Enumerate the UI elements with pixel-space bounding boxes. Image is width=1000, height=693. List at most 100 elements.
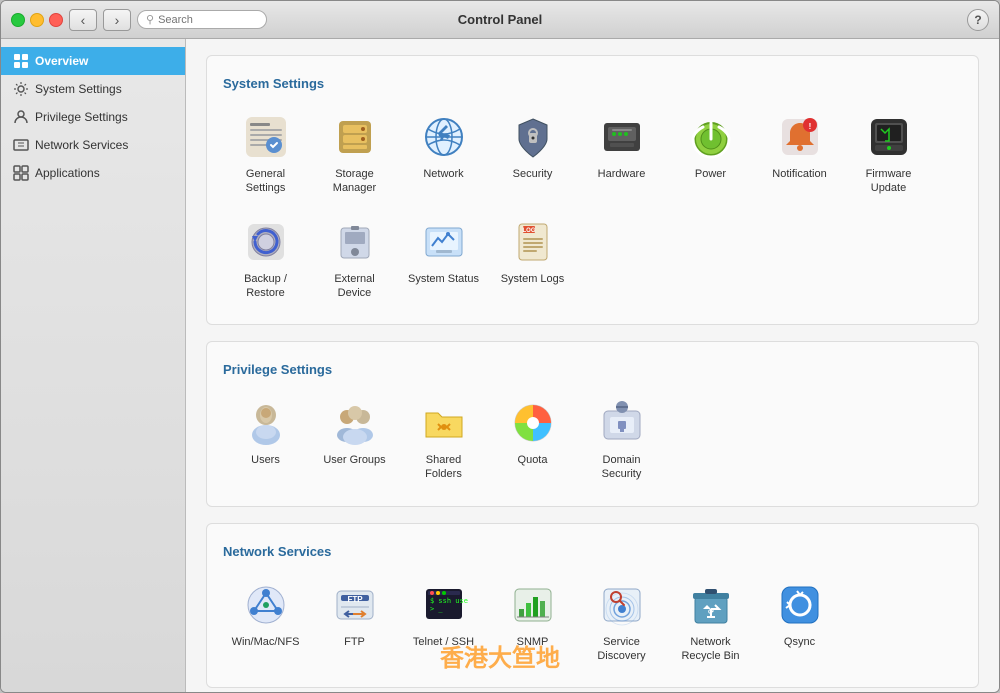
content-inner: System Settings: [186, 39, 999, 692]
quota-label: Quota: [518, 453, 548, 467]
sidebar-label-overview: Overview: [35, 54, 88, 68]
win-mac-nfs-item[interactable]: Win/Mac/NFS: [223, 571, 308, 672]
network-label: Network: [423, 167, 463, 181]
help-button[interactable]: ?: [967, 9, 989, 31]
sidebar-label-network-services: Network Services: [35, 138, 128, 152]
control-panel-window: ‹ › ⚲ Control Panel ?: [0, 0, 1000, 693]
privilege-settings-section: Privilege Settings: [206, 341, 979, 507]
security-label: Security: [513, 167, 553, 181]
network-services-header: Network Services: [223, 544, 962, 559]
applications-icon: [13, 165, 29, 181]
hardware-item[interactable]: Hardware: [579, 103, 664, 204]
shared-folders-label: SharedFolders: [425, 453, 462, 482]
svg-text:LOG: LOG: [522, 228, 535, 234]
notification-icon: !: [774, 111, 826, 163]
network-services-grid: Win/Mac/NFS FTP: [223, 571, 962, 672]
maximize-button[interactable]: [11, 13, 25, 27]
general-settings-label: GeneralSettings: [246, 167, 286, 196]
users-item[interactable]: Users: [223, 389, 308, 490]
quota-icon: [507, 397, 559, 449]
system-status-icon: [418, 216, 470, 268]
qsync-item[interactable]: Qsync: [757, 571, 842, 672]
network-recycle-bin-item[interactable]: ⟳ NetworkRecycle Bin: [668, 571, 753, 672]
traffic-lights: [11, 13, 63, 27]
backup-restore-item[interactable]: Backup /Restore: [223, 208, 308, 309]
service-discovery-label: ServiceDiscovery: [597, 635, 645, 664]
general-settings-icon: [240, 111, 292, 163]
privilege-settings-icon: [13, 109, 29, 125]
firmware-update-item[interactable]: FirmwareUpdate: [846, 103, 931, 204]
system-settings-icon: [13, 81, 29, 97]
users-icon: [240, 397, 292, 449]
svg-text:FTP: FTP: [347, 595, 363, 604]
telnet-ssh-item[interactable]: $ ssh user@host > _ Telnet / SSH: [401, 571, 486, 672]
sidebar: Overview System Settings: [1, 39, 186, 692]
network-recycle-bin-icon: ⟳: [685, 579, 737, 631]
ftp-item[interactable]: FTP FTP: [312, 571, 397, 672]
system-settings-section: System Settings: [206, 55, 979, 325]
system-settings-grid: GeneralSettings: [223, 103, 962, 308]
power-icon: [685, 111, 737, 163]
overview-icon: [13, 53, 29, 69]
ftp-icon: FTP: [329, 579, 381, 631]
main-layout: Overview System Settings: [1, 39, 999, 692]
minimize-button[interactable]: [30, 13, 44, 27]
close-button[interactable]: [49, 13, 63, 27]
hardware-label: Hardware: [598, 167, 646, 181]
snmp-icon: [507, 579, 559, 631]
snmp-item[interactable]: SNMP: [490, 571, 575, 672]
sidebar-item-privilege-settings[interactable]: Privilege Settings: [1, 103, 185, 131]
telnet-ssh-label: Telnet / SSH: [413, 635, 474, 649]
svg-text:⟳: ⟳: [708, 609, 714, 616]
sidebar-item-applications[interactable]: Applications: [1, 159, 185, 187]
network-services-section: Network Services: [206, 523, 979, 689]
search-input[interactable]: [158, 14, 258, 26]
notification-label: Notification: [772, 167, 826, 181]
shared-folders-item[interactable]: SharedFolders: [401, 389, 486, 490]
forward-button[interactable]: ›: [103, 9, 131, 31]
sidebar-item-overview[interactable]: Overview: [1, 47, 185, 75]
network-services-icon: [13, 137, 29, 153]
quota-item[interactable]: Quota: [490, 389, 575, 490]
service-discovery-item[interactable]: ServiceDiscovery: [579, 571, 664, 672]
system-logs-item[interactable]: LOG System Logs: [490, 208, 575, 309]
general-settings-item[interactable]: GeneralSettings: [223, 103, 308, 204]
external-device-item[interactable]: ExternalDevice: [312, 208, 397, 309]
sidebar-item-network-services[interactable]: Network Services: [1, 131, 185, 159]
power-item[interactable]: Power: [668, 103, 753, 204]
service-discovery-icon: [596, 579, 648, 631]
storage-manager-item[interactable]: StorageManager: [312, 103, 397, 204]
privilege-settings-grid: Users: [223, 389, 962, 490]
back-button[interactable]: ‹: [69, 9, 97, 31]
firmware-update-label: FirmwareUpdate: [866, 167, 912, 196]
storage-manager-label: StorageManager: [333, 167, 376, 196]
shared-folders-icon: [418, 397, 470, 449]
qsync-icon: [774, 579, 826, 631]
search-icon: ⚲: [146, 13, 154, 26]
domain-security-icon: [596, 397, 648, 449]
sidebar-label-applications: Applications: [35, 166, 100, 180]
system-logs-icon: LOG: [507, 216, 559, 268]
backup-restore-icon: [240, 216, 292, 268]
ftp-label: FTP: [344, 635, 365, 649]
notification-item[interactable]: ! Notification: [757, 103, 842, 204]
sidebar-label-system-settings: System Settings: [35, 82, 122, 96]
domain-security-item[interactable]: DomainSecurity: [579, 389, 664, 490]
user-groups-label: User Groups: [323, 453, 385, 467]
titlebar: ‹ › ⚲ Control Panel ?: [1, 1, 999, 39]
svg-text:!: !: [808, 122, 811, 131]
user-groups-item[interactable]: User Groups: [312, 389, 397, 490]
search-box: ⚲: [137, 10, 267, 29]
svg-text:> _: > _: [430, 605, 443, 613]
system-status-label: System Status: [408, 272, 479, 286]
sidebar-item-system-settings[interactable]: System Settings: [1, 75, 185, 103]
titlebar-left: ‹ › ⚲: [11, 9, 267, 31]
security-item[interactable]: Security: [490, 103, 575, 204]
hardware-icon: [596, 111, 648, 163]
system-logs-label: System Logs: [501, 272, 565, 286]
network-item[interactable]: Network: [401, 103, 486, 204]
privilege-settings-header: Privilege Settings: [223, 362, 962, 377]
svg-text:$ ssh user@host: $ ssh user@host: [430, 597, 468, 605]
external-device-label: ExternalDevice: [334, 272, 374, 301]
system-status-item[interactable]: System Status: [401, 208, 486, 309]
